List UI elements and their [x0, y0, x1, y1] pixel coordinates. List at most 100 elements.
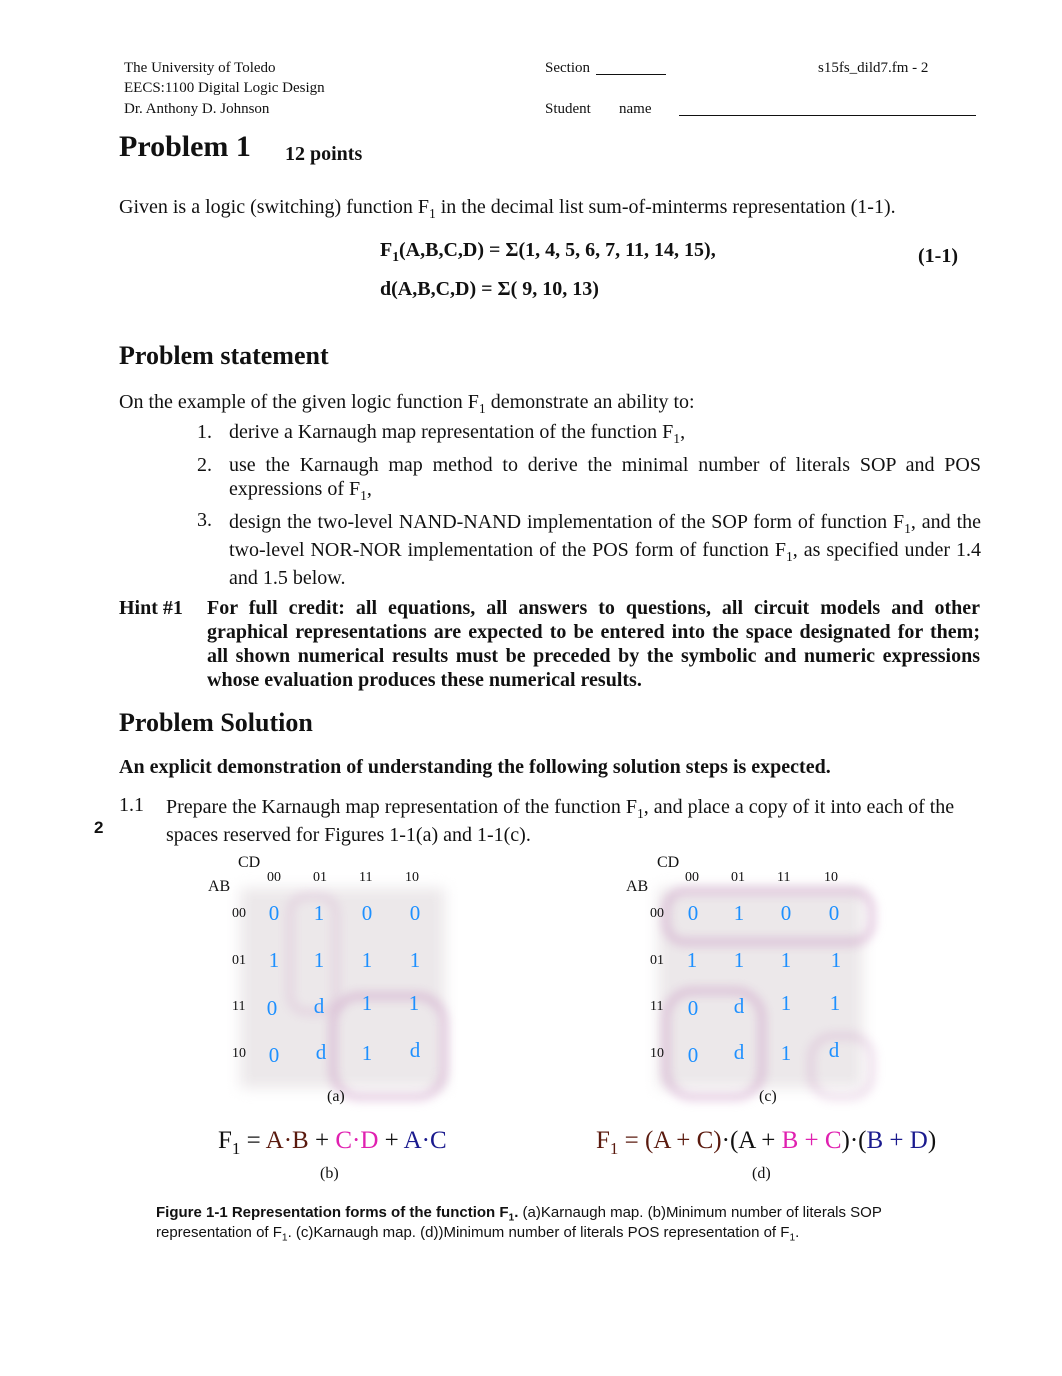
pos-factor-2: B + C	[781, 1127, 842, 1154]
kmap-c-col-label: 01	[731, 870, 745, 885]
kmap-c-row-label: 11	[650, 999, 664, 1014]
kmap-a-cell: 1	[313, 901, 325, 925]
statement-intro-sub: 1	[478, 400, 486, 416]
step-sub: 1	[636, 805, 644, 821]
pos-equals: =	[618, 1127, 646, 1154]
item-2-sub: 1	[360, 487, 367, 503]
name-blank	[679, 115, 976, 116]
name-label: name	[619, 101, 652, 117]
pos-factor-3: B + D	[866, 1127, 928, 1154]
kmap-c-col-label: 00	[685, 870, 699, 885]
kmap-c-row-label: 01	[650, 953, 664, 968]
figure-caption-title-text: Figure 1-1 Representation forms of the f…	[156, 1204, 509, 1221]
kmap-a-cell: d	[315, 1040, 327, 1064]
kmap-c-col-label: 11	[777, 870, 791, 885]
item-3-sub2: 1	[785, 548, 793, 564]
step-before: Prepare the Karnaugh map representation …	[166, 796, 637, 818]
intro-text-end: in the decimal list sum-of-minterms repr…	[435, 196, 896, 218]
pos-factor-2-close: )	[841, 1127, 850, 1154]
kmap-c-cell: 0	[687, 996, 699, 1020]
kmap-a-cell: d	[409, 1038, 421, 1062]
eq1-rhs: (A,B,C,D) = Σ(1, 4, 5, 6, 7, 11, 14, 15)…	[399, 239, 716, 261]
kmap-a-cell: 1	[409, 948, 421, 972]
kmap-c-cell: 1	[780, 991, 792, 1015]
figure-caption: Figure 1-1 Representation forms of the f…	[156, 1203, 946, 1243]
student-label: Student	[545, 101, 591, 117]
equation-f1: F1(A,B,C,D) = Σ(1, 4, 5, 6, 7, 11, 14, 1…	[380, 239, 716, 264]
kmap-a-cell: 1	[268, 948, 280, 972]
eq1-lhs: F	[380, 239, 393, 261]
problem-intro: Given is a logic (switching) function F1…	[119, 195, 896, 220]
figure-caption-text: . (c)Karnaugh map. (d))Minimum number of…	[287, 1224, 790, 1241]
kmap-c-cell: d	[733, 994, 745, 1018]
section-label: Section	[545, 60, 590, 76]
solution-lead: An explicit demonstration of understandi…	[119, 756, 831, 778]
kmap-c-cell: 1	[733, 901, 745, 925]
step-text: Prepare the Karnaugh map representation …	[166, 793, 982, 849]
hint-label: Hint #1	[119, 597, 183, 619]
header-course: EECS:1100 Digital Logic Design	[124, 80, 325, 96]
kmap-a-col-var: CD	[238, 854, 261, 871]
problem-title: Problem 1	[119, 130, 251, 163]
kmap-a-row-label: 11	[232, 999, 246, 1014]
kmap-a-row-label: 01	[232, 953, 246, 968]
statement-intro-text: On the example of the given logic functi…	[119, 391, 479, 413]
pos-expression: F1 = (A + C)·(A + B + C)·(B + D)	[596, 1127, 937, 1157]
pos-factor-3-open: (	[858, 1127, 867, 1154]
eq1-subscript: 1	[392, 248, 400, 264]
intro-text: Given is a logic (switching) function F	[119, 196, 429, 218]
kmap-a-col-label: 00	[267, 870, 281, 885]
kmap-c-cell: 1	[830, 948, 842, 972]
kmap-c-cell: 0	[687, 901, 699, 925]
hint-text: For full credit: all equations, all answ…	[207, 597, 980, 691]
kmap-a-row-label: 00	[232, 906, 246, 921]
sop-term-2: C·D	[335, 1127, 379, 1154]
pos-lhs: F	[596, 1127, 610, 1154]
item-1-number: 1.	[197, 421, 212, 443]
kmap-a-cell: 0	[268, 901, 280, 925]
item-1-text: derive a Karnaugh map representation of …	[229, 420, 981, 445]
sop-caption: (b)	[320, 1165, 339, 1182]
kmap-a-cell: 0	[268, 1043, 280, 1067]
kmap-a-cell: d	[313, 994, 325, 1018]
kmap-c-cell: d	[828, 1038, 840, 1062]
kmap-c-row-label: 10	[650, 1046, 664, 1061]
item-2-after: ,	[366, 478, 372, 500]
sop-lhs: F	[218, 1127, 232, 1154]
kmap-c-cell: 0	[687, 1043, 699, 1067]
item-2-before: use the Karnaugh map method to derive th…	[229, 454, 981, 500]
sop-term-3: A·C	[403, 1127, 447, 1154]
item-3-number: 3.	[197, 509, 212, 531]
figure-caption-title: Figure 1-1 Representation forms of the f…	[156, 1204, 518, 1223]
kmap-c-cell: 1	[686, 948, 698, 972]
sop-equals: =	[240, 1127, 266, 1154]
kmap-a-cell: 1	[313, 948, 325, 972]
kmap-c-col-label: 10	[824, 870, 838, 885]
problem-points: 12 points	[285, 143, 363, 165]
kmap-a-cell: 1	[361, 948, 373, 972]
kmap-c-cell: 1	[780, 948, 792, 972]
pos-dot: ·	[849, 1127, 859, 1154]
kmap-a: CD AB 00 01 11 10 00 01 11 10 0 1 0 0 1 …	[205, 853, 455, 1103]
statement-intro-end: demonstrate an ability to:	[485, 391, 695, 413]
kmap-a-caption: (a)	[327, 1088, 345, 1105]
kmap-a-cell: 1	[361, 1041, 373, 1065]
sop-expression: F1 = A·B + C·D + A·C	[218, 1127, 447, 1157]
kmap-a-cell: 1	[361, 991, 373, 1015]
item-1-before: derive a Karnaugh map representation of …	[229, 421, 674, 443]
pos-factor-2-open: (A +	[729, 1127, 782, 1154]
statement-intro: On the example of the given logic functi…	[119, 390, 695, 416]
kmap-c-row-var: AB	[626, 878, 649, 895]
header-instructor: Dr. Anthony D. Johnson	[124, 101, 270, 117]
solution-heading: Problem Solution	[119, 708, 313, 737]
pos-factor-3-close: )	[927, 1127, 937, 1154]
header-university: The University of Toledo	[124, 60, 276, 76]
kmap-c-cell: 0	[828, 901, 840, 925]
item-2-number: 2.	[197, 454, 212, 476]
kmap-a-cell: 0	[409, 901, 421, 925]
kmap-a-cell: 1	[408, 991, 420, 1015]
item-3-text: design the two-level NAND-NAND implement…	[229, 508, 981, 592]
item-3-before: design the two-level NAND-NAND implement…	[229, 511, 905, 533]
kmap-a-col-label: 11	[359, 870, 373, 885]
margin-points: 2	[94, 818, 104, 837]
